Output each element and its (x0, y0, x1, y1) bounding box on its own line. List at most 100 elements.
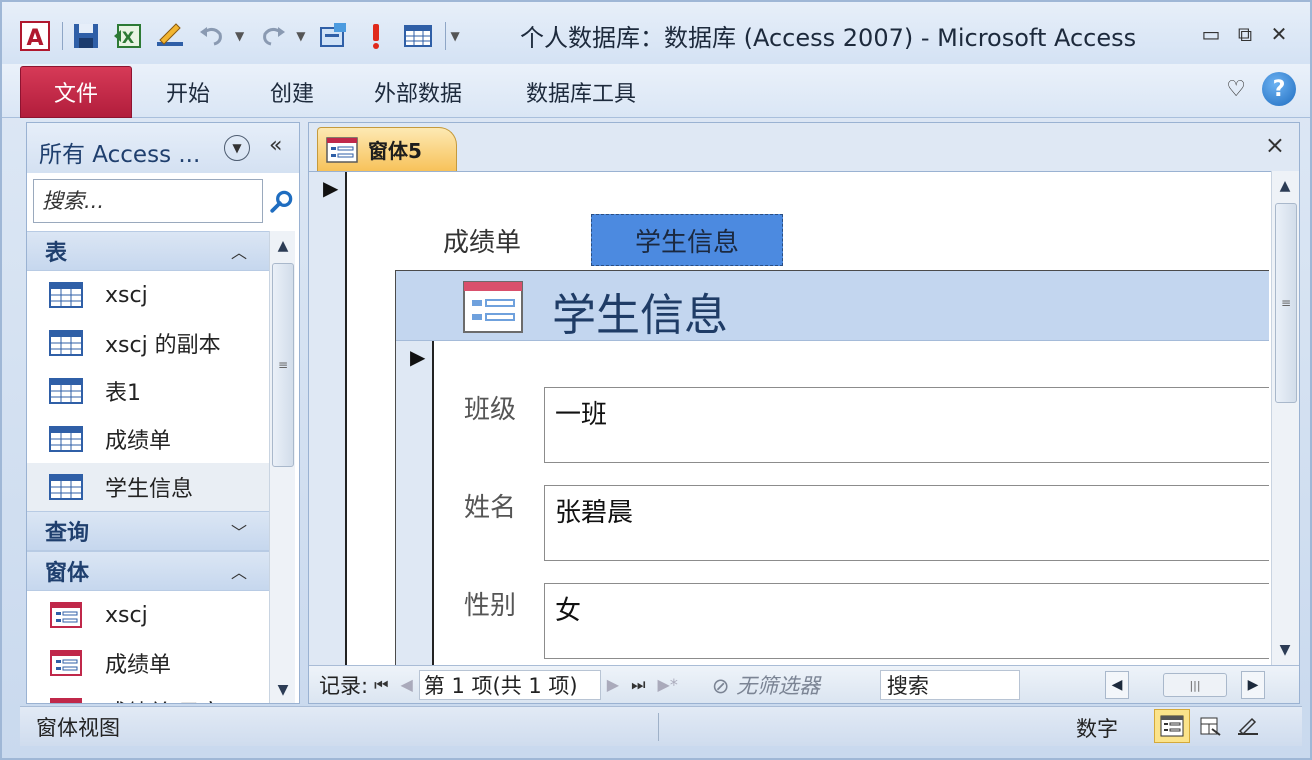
nav-scroll-thumb[interactable]: ≡ (272, 263, 294, 467)
datasheet-icon[interactable] (399, 17, 437, 55)
excel-export-icon[interactable]: X (109, 17, 147, 55)
student-info-button[interactable]: 学生信息 (591, 214, 783, 266)
group-forms[interactable]: 窗体 ︿ (27, 551, 269, 591)
table-icon (49, 474, 83, 500)
access-window: A X ▼ ▼ ▼ 个人数据库：数据库 (Access 2007) - Micr… (0, 0, 1312, 760)
group-tables[interactable]: 表 ︿ (27, 231, 269, 271)
collapse-nav-icon[interactable]: « (269, 133, 282, 158)
form-icon (326, 136, 358, 163)
access-app-icon[interactable]: A (16, 17, 54, 55)
field-gender[interactable]: 女 (544, 583, 1269, 659)
form-view-icon[interactable] (1154, 709, 1190, 743)
redo-icon[interactable] (254, 17, 292, 55)
nav-item-table-selected[interactable]: 学生信息 (27, 463, 269, 511)
horizontal-scroll-thumb[interactable]: ||| (1163, 673, 1227, 697)
scroll-down-icon[interactable]: ▼ (1272, 635, 1298, 665)
window-controls: ▭ ⧉ ✕ (1194, 20, 1296, 48)
nav-item-table[interactable]: 表1 (27, 367, 269, 415)
tab-database-tools[interactable]: 数据库工具 (526, 76, 636, 108)
record-navigation-bar: 记录: ⏮ ◀ 第 1 项(共 1 项) ▶ ⏭ ▶* ⊘ 无筛选器 搜索 ◀ … (309, 665, 1299, 703)
file-tab[interactable]: 文件 (20, 66, 132, 118)
nav-item-table[interactable]: 成绩单 (27, 415, 269, 463)
design-view-status-icon[interactable] (1230, 709, 1266, 743)
nav-item-form[interactable]: 成绩单 子窗 (27, 687, 269, 703)
first-record-icon[interactable]: ⏮ (374, 675, 388, 695)
minimize-icon[interactable]: ▭ (1194, 20, 1228, 48)
undo-dropdown-icon[interactable]: ▼ (235, 29, 244, 43)
qat-separator (445, 22, 447, 50)
run-icon[interactable] (357, 17, 395, 55)
horizontal-scrollbar[interactable]: ◀ ||| ▶ (1105, 670, 1267, 700)
nav-item-table[interactable]: xscj 的副本 (27, 319, 269, 367)
scroll-up-icon[interactable]: ▲ (1272, 171, 1298, 201)
form-wizard-icon[interactable] (315, 17, 353, 55)
chevron-up-icon[interactable]: ︿ (231, 559, 247, 583)
nav-pane-header: 所有 Access ... ▼ « (27, 123, 299, 173)
field-class[interactable]: 一班 (544, 387, 1269, 463)
design-view-icon[interactable] (151, 17, 189, 55)
save-icon[interactable] (67, 17, 105, 55)
nav-pane-title[interactable]: 所有 Access ... (39, 135, 200, 169)
nav-scrollbar[interactable]: ▲ ≡ ▼ (269, 231, 296, 703)
restore-icon[interactable]: ⧉ (1228, 20, 1262, 48)
customize-qat-icon[interactable]: ▼ (450, 29, 459, 43)
student-info-subform: 学生信息 ▶ 班级 一班 姓名 张碧晨 性别 女 (395, 270, 1269, 670)
nav-menu-chevron-down-icon[interactable]: ▼ (224, 135, 250, 161)
scroll-up-icon[interactable]: ▲ (270, 231, 296, 261)
filter-indicator[interactable]: ⊘ 无筛选器 (712, 670, 872, 700)
filter-label: 无筛选器 (736, 673, 821, 698)
nav-item-table[interactable]: xscj (27, 271, 269, 319)
current-record-field[interactable]: 第 1 项(共 1 项) (418, 669, 601, 700)
status-bar: 窗体视图 数字 (20, 706, 1302, 746)
group-queries[interactable]: 查询 ﹀ (27, 511, 269, 551)
nav-item-label: xscj (105, 602, 148, 628)
next-record-icon[interactable]: ▶ (607, 675, 619, 694)
horizontal-scroll-track[interactable]: ||| (1137, 671, 1233, 699)
record-selector[interactable]: ▶ (309, 172, 347, 666)
title-bar: A X ▼ ▼ ▼ 个人数据库：数据库 (Access 2007) - Micr… (2, 2, 1310, 64)
last-record-icon[interactable]: ⏭ (631, 675, 645, 695)
form-icon (50, 602, 82, 628)
minimize-ribbon-icon[interactable]: ♡ (1226, 77, 1246, 102)
record-search-input[interactable]: 搜索 (879, 669, 1020, 700)
close-document-icon[interactable]: × (1265, 131, 1285, 159)
field-label-name: 姓名 (464, 493, 517, 523)
redo-dropdown-icon[interactable]: ▼ (296, 29, 305, 43)
status-num-lock: 数字 (1076, 717, 1118, 741)
close-icon[interactable]: ✕ (1262, 20, 1296, 48)
view-switcher (1154, 709, 1268, 743)
field-label-class: 班级 (464, 395, 517, 425)
nav-item-form[interactable]: 成绩单 (27, 639, 269, 687)
nav-item-form[interactable]: xscj (27, 591, 269, 639)
help-icon[interactable]: ? (1262, 72, 1296, 106)
search-icon[interactable] (265, 183, 299, 219)
status-view-name: 窗体视图 (36, 715, 120, 740)
chevron-up-icon[interactable]: ︿ (231, 239, 247, 263)
window-title: 个人数据库：数据库 (Access 2007) - Microsoft Acce… (520, 24, 1137, 52)
quick-access-toolbar: A X ▼ ▼ ▼ (16, 16, 470, 56)
form-scroll-thumb[interactable]: ≡ (1275, 203, 1297, 403)
group-label: 窗体 (45, 561, 90, 586)
subform-record-selector[interactable]: ▶ (396, 341, 434, 670)
nav-search-input[interactable] (34, 180, 262, 222)
nav-item-label: 成绩单 (105, 653, 172, 678)
scroll-down-icon[interactable]: ▼ (270, 675, 296, 703)
tab-external-data[interactable]: 外部数据 (374, 76, 462, 108)
undo-icon[interactable] (193, 17, 231, 55)
new-record-icon[interactable]: ▶* (658, 675, 678, 694)
previous-record-icon[interactable]: ◀ (400, 675, 412, 694)
field-name[interactable]: 张碧晨 (544, 485, 1269, 561)
scroll-right-icon[interactable]: ▶ (1241, 671, 1265, 699)
document-tab[interactable]: 窗体5 (317, 127, 457, 171)
layout-view-icon[interactable] (1192, 709, 1228, 743)
scroll-left-icon[interactable]: ◀ (1105, 671, 1129, 699)
tab-create[interactable]: 创建 (270, 76, 314, 108)
tab-home[interactable]: 开始 (166, 76, 210, 108)
navigation-pane: 所有 Access ... ▼ « 表 ︿ xscj xscj 的副本 (26, 122, 300, 704)
chevron-down-icon[interactable]: ﹀ (231, 519, 247, 543)
form-icon (50, 650, 82, 676)
nav-item-label: xscj 的副本 (105, 333, 221, 358)
form-scrollbar[interactable]: ▲ ≡ ▼ (1271, 171, 1299, 665)
nav-item-label: 学生信息 (105, 477, 194, 502)
group-label: 表 (45, 241, 68, 266)
